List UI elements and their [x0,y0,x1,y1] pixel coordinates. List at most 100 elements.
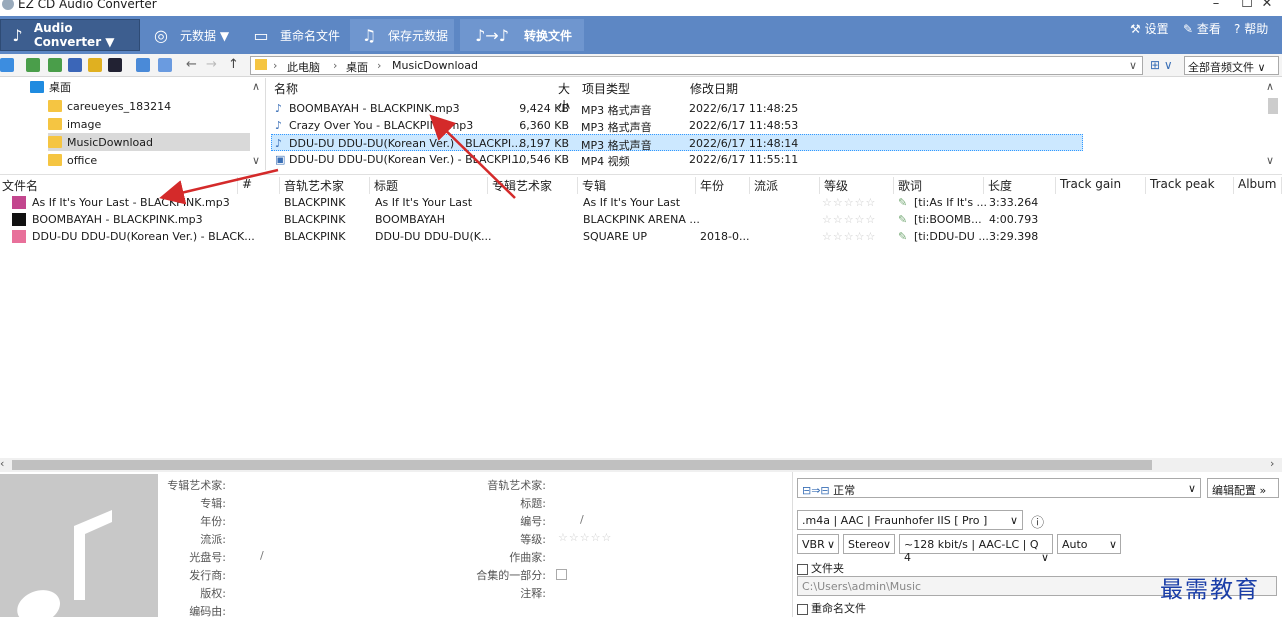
col-album[interactable]: 专辑 [580,177,696,194]
col-date[interactable]: 修改日期 [690,80,738,97]
horizontal-scrollbar[interactable]: ‹ › [0,457,1282,472]
folder-icon [255,59,267,70]
watermark: 最需教育 [1160,577,1260,603]
save-tag-icon: ♫ [361,25,377,45]
file-list: 名称 大小 项目类型 修改日期 ♪ BOOMBAYAH - BLACKPINK.m… [268,78,1282,170]
minimize-button[interactable]: – [1201,0,1231,11]
folder-item[interactable]: image [48,115,248,133]
monitor-icon[interactable] [136,58,150,72]
list-icon[interactable] [108,58,122,72]
col-year[interactable]: 年份 [698,177,750,194]
folder-item-selected[interactable]: MusicDownload [48,133,250,151]
folder-item[interactable]: office [48,151,248,169]
bitrate-select[interactable]: ~128 kbit/s | AAC-LC | Q 4 ∨ [899,534,1053,564]
lyrics-icon: ✎ [898,230,908,243]
address-bar[interactable]: › 此电脑 › 桌面 › MusicDownload ∨ [250,56,1143,75]
chevron-down-icon[interactable]: ∨ [1129,59,1137,72]
album-art-thumb [12,230,26,243]
channels-select[interactable]: Stereo ∨ [843,534,895,554]
forward-icon[interactable]: → [206,57,217,72]
col-album-artist[interactable]: 专辑艺术家 [490,177,578,194]
convert-icon: ♪→♪ [475,25,509,45]
col-lyrics[interactable]: 歌词 [896,177,984,194]
info-icon[interactable]: ⓘ [1031,512,1044,531]
compilation-checkbox[interactable] [556,569,567,580]
col-name[interactable]: 名称 [274,80,298,97]
album-art-thumb [12,196,26,209]
scroll-up-icon[interactable]: ∧ [252,80,260,93]
col-filename[interactable]: 文件名 [0,177,238,194]
folder-checkbox[interactable]: 文件夹 [797,560,844,576]
file-row[interactable]: ♪ Crazy Over You - BLACKPINK.mp3 6,360 KB M… [271,117,1083,134]
path-segment[interactable]: 桌面 [346,59,368,75]
settings-link[interactable]: ⚒ 设置 [1130,20,1169,37]
rating-stars[interactable]: ☆☆☆☆☆ [558,531,612,544]
help-link[interactable]: ? 帮助 [1234,20,1268,37]
view-mode-icon[interactable]: ⊞ ∨ [1150,58,1173,72]
convert-files-button[interactable]: ♪→♪ 转换文件 [460,19,584,51]
file-row-selected[interactable]: ♪ DDU-DU DDU-DU(Korean Ver.) - BLACKPI...… [271,134,1083,152]
back-icon[interactable]: ← [186,57,197,72]
music-note-icon: ♪ [12,25,23,45]
col-rating[interactable]: 等级 [822,177,894,194]
view-link[interactable]: ✎ 查看 [1183,20,1221,37]
col-track-peak[interactable]: Track peak [1148,177,1234,194]
file-row[interactable]: ▣ DDU-DU DDU-DU(Korean Ver.) - BLACKPI...… [271,151,1083,168]
col-track-artist[interactable]: 音轨艺术家 [282,177,370,194]
scroll-right-icon[interactable]: › [1270,457,1274,470]
lyrics-icon: ✎ [898,196,908,209]
path-segment[interactable]: MusicDownload [392,59,478,72]
col-title[interactable]: 标题 [372,177,488,194]
metadata-panel: 专辑艺术家: 专辑: 年份: 流派: 光盘号: / 发行商: 版权: 编码由: … [0,472,790,620]
folder-tree: 桌面 careueyes_183214 image MusicDownload … [0,78,266,170]
col-type[interactable]: 项目类型 [582,80,630,97]
format-select[interactable]: .m4a | AAC | Fraunhofer IIS [ Pro ] ∨ [797,510,1023,530]
check-icon[interactable] [68,58,82,72]
col-genre[interactable]: 流派 [752,177,820,194]
col-track-gain[interactable]: Track gain [1058,177,1146,194]
clear-icon[interactable] [88,58,102,72]
add-files-icon[interactable] [26,58,40,72]
scroll-down-icon[interactable]: ∨ [252,154,260,167]
scrollbar-thumb[interactable] [1268,98,1278,114]
album-art-thumb [12,213,26,226]
music-note-icon [17,510,112,620]
lyrics-icon: ✎ [898,213,908,226]
close-button[interactable]: ✕ [1252,0,1282,11]
up-icon[interactable]: ↑ [228,57,239,72]
profile-select[interactable]: ⊟⇒⊟ 正常 ∨ [797,478,1201,498]
col-album-gain[interactable]: Album ga [1236,177,1282,194]
col-number[interactable]: # [240,177,280,194]
file-row[interactable]: ♪ BOOMBAYAH - BLACKPINK.mp3 9,424 KB MP3 格式… [271,100,1083,117]
scroll-up-icon[interactable]: ∧ [1266,80,1274,93]
metadata-button[interactable]: ◎ 元数据 ▼ [142,19,235,51]
file-type-filter[interactable]: 全部音频文件 ∨ [1184,56,1279,75]
app-icon [2,0,14,10]
album-art-placeholder[interactable] [0,474,158,620]
vbr-select[interactable]: VBR ∨ [797,534,839,554]
title-bar: EZ CD Audio Converter – ☐ ✕ [0,0,1282,16]
folder-item[interactable]: 桌面 [30,78,250,96]
rating-stars: ☆☆☆☆☆ [822,230,877,243]
folder-view-icon[interactable] [0,58,14,72]
scroll-left-icon[interactable]: ‹ [0,457,4,470]
ribbon: ♪ Audio Converter ▼ ◎ 元数据 ▼ ▭ 重命名文件 ♫ 保存元数据 … [0,16,1282,54]
rating-stars: ☆☆☆☆☆ [822,196,877,209]
rename-checkbox[interactable]: 重命名文件 [797,600,866,616]
music-file-icon[interactable] [158,58,172,72]
folder-item[interactable]: careueyes_183214 [48,97,248,115]
track-grid: 文件名 # 音轨艺术家 标题 专辑艺术家 专辑 年份 流派 等级 歌词 长度 T… [0,174,1282,456]
path-segment[interactable]: 此电脑 [287,59,320,75]
edit-profile-button[interactable]: 编辑配置 » [1207,478,1279,498]
save-metadata-button[interactable]: ♫ 保存元数据 [350,19,454,51]
rename-files-button[interactable]: ▭ 重命名文件 [242,19,346,51]
table-row[interactable]: BOOMBAYAH - BLACKPINK.mp3 BLACKPINK BOOM… [0,211,1282,228]
scrollbar-thumb[interactable] [12,460,1152,470]
auto-select[interactable]: Auto ∨ [1057,534,1121,554]
col-length[interactable]: 长度 [986,177,1056,194]
scroll-down-icon[interactable]: ∨ [1266,154,1274,167]
table-row[interactable]: As If It's Your Last - BLACKPINK.mp3 BLA… [0,194,1282,211]
audio-converter-button[interactable]: ♪ Audio Converter ▼ [0,19,140,51]
table-row[interactable]: DDU-DU DDU-DU(Korean Ver.) - BLACK... BL… [0,228,1282,245]
add-folder-icon[interactable] [48,58,62,72]
